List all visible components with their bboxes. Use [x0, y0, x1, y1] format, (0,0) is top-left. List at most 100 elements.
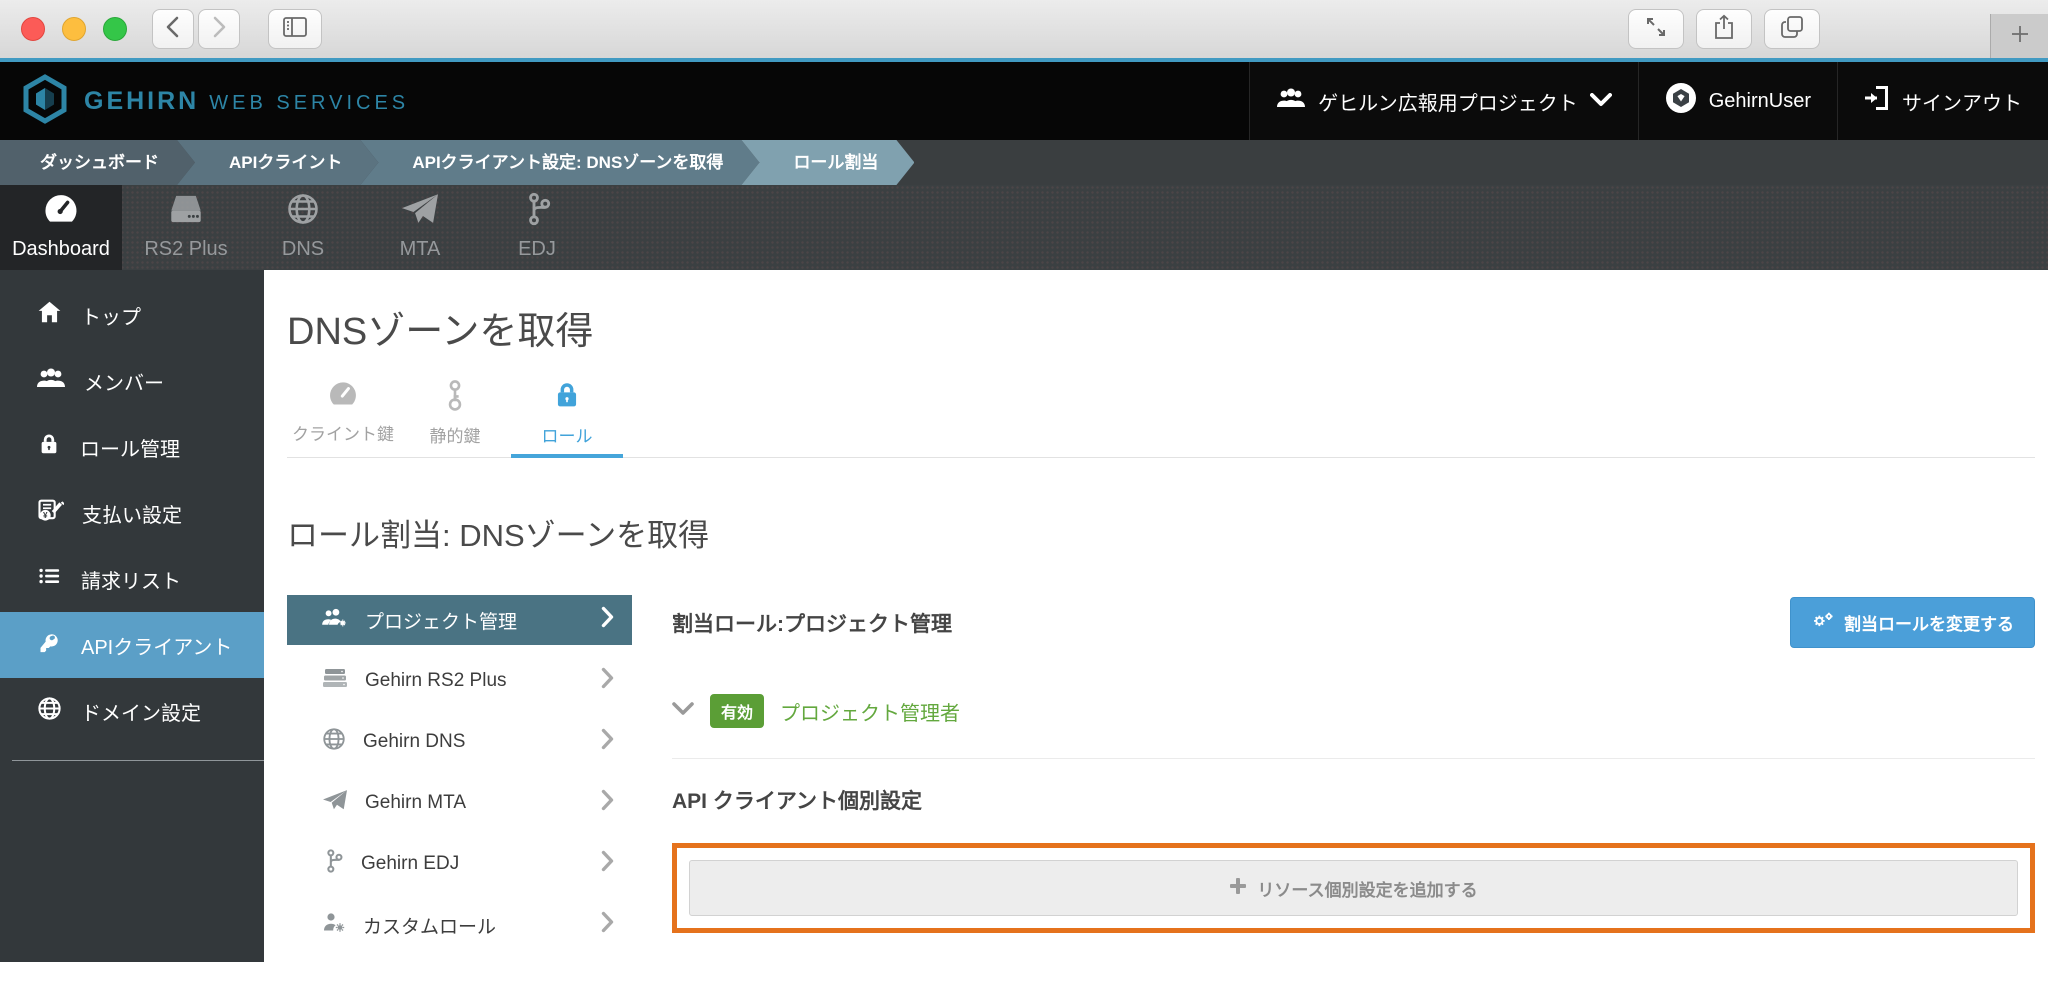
tab-overview-button[interactable]: [1764, 9, 1820, 49]
tab-client-keys[interactable]: クライント鍵: [287, 379, 399, 457]
invoice-list-icon: [36, 564, 63, 594]
client-tabs: クライント鍵 静的鍵 ロール: [287, 379, 2035, 458]
tab-label: クライント鍵: [292, 420, 394, 445]
members-icon: [36, 366, 66, 396]
role-nav-label: Gehirn MTA: [365, 792, 466, 814]
add-resource-button[interactable]: リソース個別設定を追加する: [689, 860, 2018, 916]
status-badge: 有効: [710, 694, 764, 728]
role-category-nav: プロジェクト管理 Gehirn RS2 Plus Gehirn DNS Gehi…: [287, 595, 632, 961]
gehirn-logo[interactable]: GEHIRNWEB SERVICES: [0, 62, 409, 140]
breadcrumb-role-assignment[interactable]: ロール割当: [741, 140, 914, 185]
tab-static-keys[interactable]: 静的鍵: [399, 379, 511, 457]
paper-plane-icon: [400, 191, 440, 233]
project-members-icon: [1276, 86, 1306, 116]
add-resource-button-label: リソース個別設定を追加する: [1257, 876, 1477, 901]
minimize-window-button[interactable]: [62, 17, 86, 41]
role-detail-panel: 割当ロール:プロジェクト管理 割当ロールを変更する 有効 プロジェクト管理者 A…: [672, 595, 2035, 961]
service-tab-dashboard[interactable]: Dashboard: [0, 185, 122, 270]
chevron-right-icon: [601, 850, 614, 878]
globe-icon: [284, 191, 322, 233]
close-window-button[interactable]: [21, 17, 45, 41]
chevron-right-icon: [601, 667, 614, 695]
back-button[interactable]: [152, 9, 194, 49]
fullscreen-button[interactable]: [1628, 9, 1684, 49]
role-nav-label: カスタムロール: [363, 912, 496, 939]
brand-text: GEHIRNWEB SERVICES: [84, 87, 409, 116]
chevron-right-icon: [601, 911, 614, 939]
project-selector-label: ゲヒルン広報用プロジェクト: [1318, 87, 1578, 116]
svg-text:¥: ¥: [43, 511, 48, 520]
lock-icon: [551, 379, 583, 416]
service-tab-label: EDJ: [518, 238, 556, 261]
role-nav-label: プロジェクト管理: [365, 607, 517, 634]
sidebar-item-members[interactable]: メンバー: [0, 348, 264, 414]
home-icon: [36, 299, 63, 331]
sidebar-item-payment-settings[interactable]: ¥ 支払い設定: [0, 480, 264, 546]
service-tab-dns[interactable]: DNS: [250, 185, 356, 270]
sidebar-item-api-clients[interactable]: APIクライアント: [0, 612, 264, 678]
new-tab-icon: [2009, 23, 2031, 50]
collapse-caret-icon[interactable]: [672, 702, 694, 721]
sidebar-item-role-management[interactable]: ロール管理: [0, 414, 264, 480]
branch-icon: [520, 191, 554, 233]
breadcrumb-api-client-settings[interactable]: APIクライアント設定: DNSゾーンを取得: [360, 140, 759, 185]
assigned-role-title: 割当ロール:プロジェクト管理: [672, 608, 952, 638]
role-nav-label: Gehirn EDJ: [361, 853, 459, 875]
sidebar-item-label: 請求リスト: [81, 565, 181, 594]
breadcrumb-dashboard[interactable]: ダッシュボード: [0, 140, 195, 185]
role-nav-project-management[interactable]: プロジェクト管理: [287, 595, 632, 645]
user-avatar: [1665, 82, 1697, 120]
change-role-button[interactable]: 割当ロールを変更する: [1790, 597, 2035, 648]
share-button[interactable]: [1696, 9, 1752, 49]
payment-icon: ¥: [36, 496, 64, 530]
sidebar-item-top[interactable]: トップ: [0, 282, 264, 348]
gears-icon: [1811, 610, 1835, 635]
chevron-right-icon: [601, 789, 614, 817]
api-client-settings-title: API クライアント個別設定: [672, 785, 2035, 815]
service-tab-edj[interactable]: EDJ: [484, 185, 590, 270]
role-nav-custom-roles[interactable]: カスタムロール: [287, 900, 632, 950]
signout-label: サインアウト: [1902, 87, 2022, 116]
service-tab-mta[interactable]: MTA: [356, 185, 484, 270]
service-tab-bar: Dashboard RS2 Plus DNS MTA EDJ: [0, 185, 2048, 270]
user-menu[interactable]: GehirnUser: [1638, 62, 1837, 140]
role-nav-rs2-plus[interactable]: Gehirn RS2 Plus: [287, 656, 632, 706]
signout-button[interactable]: サインアウト: [1837, 62, 2048, 140]
sidebar-toggle-icon: [282, 15, 308, 44]
chevron-right-icon: [601, 728, 614, 756]
gehirn-logo-icon: [22, 74, 68, 129]
globe-icon: [321, 726, 347, 758]
section-title: ロール割当: DNSゾーンを取得: [287, 510, 2035, 555]
breadcrumb-api-clients[interactable]: APIクライント: [177, 140, 378, 185]
forward-button[interactable]: [198, 9, 240, 49]
project-management-icon: [321, 606, 349, 634]
plus-icon: [1229, 877, 1247, 900]
user-name-label: GehirnUser: [1709, 90, 1811, 113]
static-key-icon: [446, 379, 464, 416]
role-link[interactable]: プロジェクト管理者: [780, 697, 960, 726]
key-icon: [36, 629, 63, 662]
sidebar-toggle-button[interactable]: [268, 9, 322, 49]
project-selector[interactable]: ゲヒルン広報用プロジェクト: [1249, 62, 1638, 140]
lock-icon: [36, 431, 62, 463]
zoom-window-button[interactable]: [103, 17, 127, 41]
add-resource-highlight-box: リソース個別設定を追加する: [672, 843, 2035, 933]
sidebar-item-label: APIクライアント: [81, 631, 232, 660]
new-tab-button[interactable]: [1990, 14, 2048, 58]
top-navbar: GEHIRNWEB SERVICES ゲヒルン広報用プロジェクト GehirnU…: [0, 58, 2048, 140]
window-controls: [21, 17, 127, 41]
role-nav-dns[interactable]: Gehirn DNS: [287, 717, 632, 767]
role-nav-edj[interactable]: Gehirn EDJ: [287, 839, 632, 889]
chevron-right-icon: [601, 606, 614, 634]
change-role-button-label: 割当ロールを変更する: [1844, 610, 2014, 635]
sidebar-item-invoice-list[interactable]: 請求リスト: [0, 546, 264, 612]
role-nav-mta[interactable]: Gehirn MTA: [287, 778, 632, 828]
gauge-icon: [326, 379, 360, 414]
breadcrumb: ダッシュボード APIクライント APIクライアント設定: DNSゾーンを取得 …: [0, 140, 2048, 185]
sidebar-item-domain-settings[interactable]: ドメイン設定: [0, 678, 264, 744]
tab-roles[interactable]: ロール: [511, 379, 623, 457]
signout-icon: [1864, 84, 1890, 118]
service-tab-rs2-plus[interactable]: RS2 Plus: [122, 185, 250, 270]
sidebar-item-label: 支払い設定: [82, 499, 182, 528]
sidebar-item-label: メンバー: [84, 367, 164, 396]
